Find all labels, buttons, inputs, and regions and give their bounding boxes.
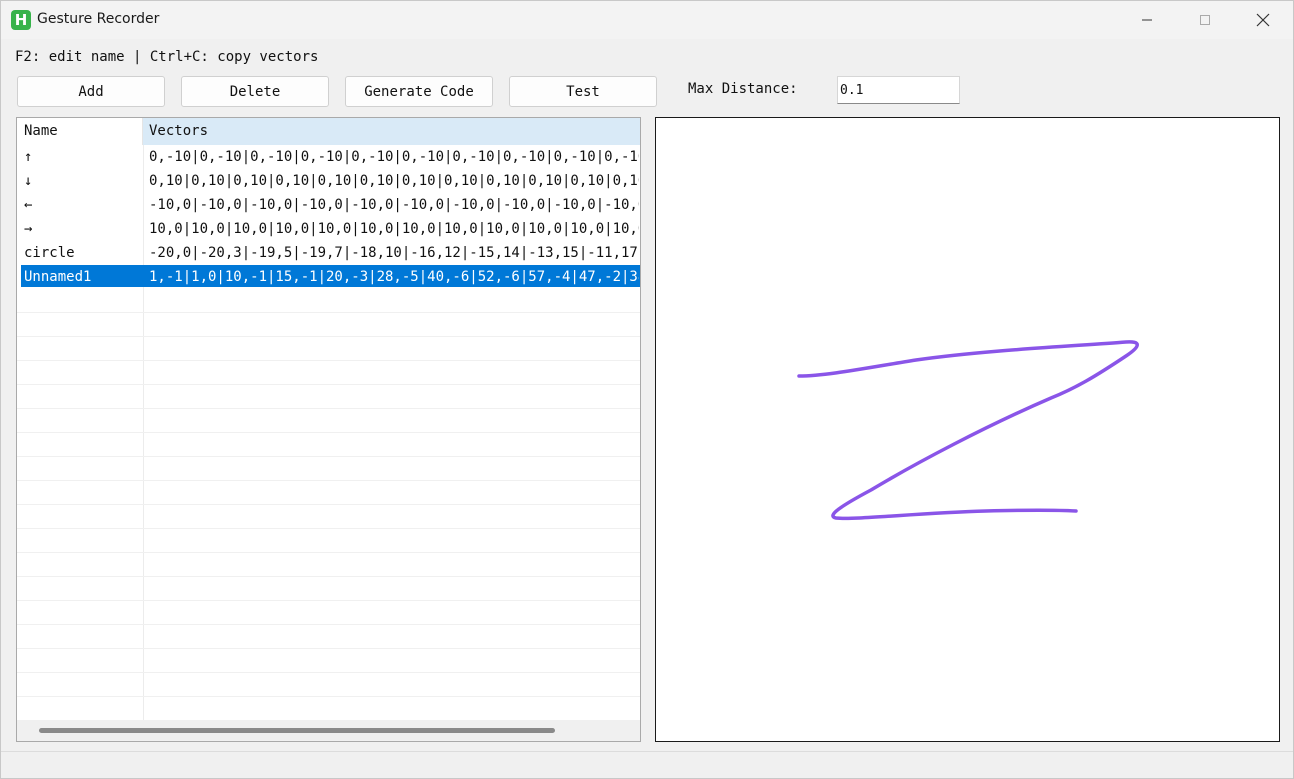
gesture-list[interactable]: Name Vectors ↑ 0,-10|0,-10|0,-10|0,-10|0… [16, 117, 641, 742]
shortcut-hint: F2: edit name | Ctrl+C: copy vectors [15, 49, 319, 65]
list-row[interactable]: circle -20,0|-20,3|-19,5|-19,7|-18,10|-1… [17, 241, 640, 265]
row-name: ↓ [24, 173, 33, 189]
test-button[interactable]: Test [509, 76, 657, 107]
empty-row-lines [17, 289, 640, 721]
row-vectors: 1,-1|1,0|10,-1|15,-1|20,-3|28,-5|40,-6|5… [149, 269, 639, 285]
maximize-icon [1200, 15, 1210, 25]
column-header-name[interactable]: Name [17, 118, 143, 145]
add-button[interactable]: Add [17, 76, 165, 107]
window-title: Gesture Recorder [37, 11, 160, 27]
row-vectors: -20,0|-20,3|-19,5|-19,7|-18,10|-16,12|-1… [149, 245, 639, 261]
list-header: Name Vectors [17, 118, 640, 145]
row-vectors: 0,-10|0,-10|0,-10|0,-10|0,-10|0,-10|0,-1… [149, 149, 639, 165]
list-rows: ↑ 0,-10|0,-10|0,-10|0,-10|0,-10|0,-10|0,… [17, 145, 640, 289]
list-row[interactable]: ← -10,0|-10,0|-10,0|-10,0|-10,0|-10,0|-1… [17, 193, 640, 217]
max-distance-input[interactable] [837, 76, 960, 104]
status-bar [1, 751, 1293, 778]
gesture-stroke [797, 340, 1139, 521]
list-row[interactable]: ↑ 0,-10|0,-10|0,-10|0,-10|0,-10|0,-10|0,… [17, 145, 640, 169]
gesture-drawing [797, 340, 1139, 521]
maximize-button[interactable] [1176, 1, 1234, 39]
row-name: Unnamed1 [24, 269, 92, 285]
max-distance-label: Max Distance: [688, 81, 798, 97]
horizontal-scrollbar[interactable] [17, 720, 640, 741]
row-name: → [24, 221, 33, 237]
generate-code-button[interactable]: Generate Code [345, 76, 493, 107]
close-button[interactable] [1234, 1, 1292, 39]
app-logo-icon: H [11, 10, 31, 30]
row-vectors: -10,0|-10,0|-10,0|-10,0|-10,0|-10,0|-10,… [149, 197, 639, 213]
minimize-button[interactable] [1118, 1, 1176, 39]
row-vectors: 10,0|10,0|10,0|10,0|10,0|10,0|10,0|10,0|… [149, 221, 639, 237]
app-window: H Gesture Recorder F2: edit name | Ctrl+… [0, 0, 1294, 779]
close-icon [1256, 13, 1270, 27]
row-name: ↑ [24, 149, 33, 165]
title-bar[interactable]: H Gesture Recorder [1, 1, 1293, 39]
list-row[interactable]: ↓ 0,10|0,10|0,10|0,10|0,10|0,10|0,10|0,1… [17, 169, 640, 193]
row-vectors: 0,10|0,10|0,10|0,10|0,10|0,10|0,10|0,10|… [149, 173, 639, 189]
scrollbar-thumb[interactable] [39, 728, 555, 733]
row-name: circle [24, 245, 75, 261]
column-header-vectors[interactable]: Vectors [143, 118, 640, 145]
list-row[interactable]: → 10,0|10,0|10,0|10,0|10,0|10,0|10,0|10,… [17, 217, 640, 241]
gesture-canvas[interactable] [655, 117, 1280, 742]
row-name: ← [24, 197, 33, 213]
minimize-icon [1142, 19, 1152, 21]
delete-button[interactable]: Delete [181, 76, 329, 107]
list-row-selected[interactable]: Unnamed1 1,-1|1,0|10,-1|15,-1|20,-3|28,-… [17, 265, 640, 289]
